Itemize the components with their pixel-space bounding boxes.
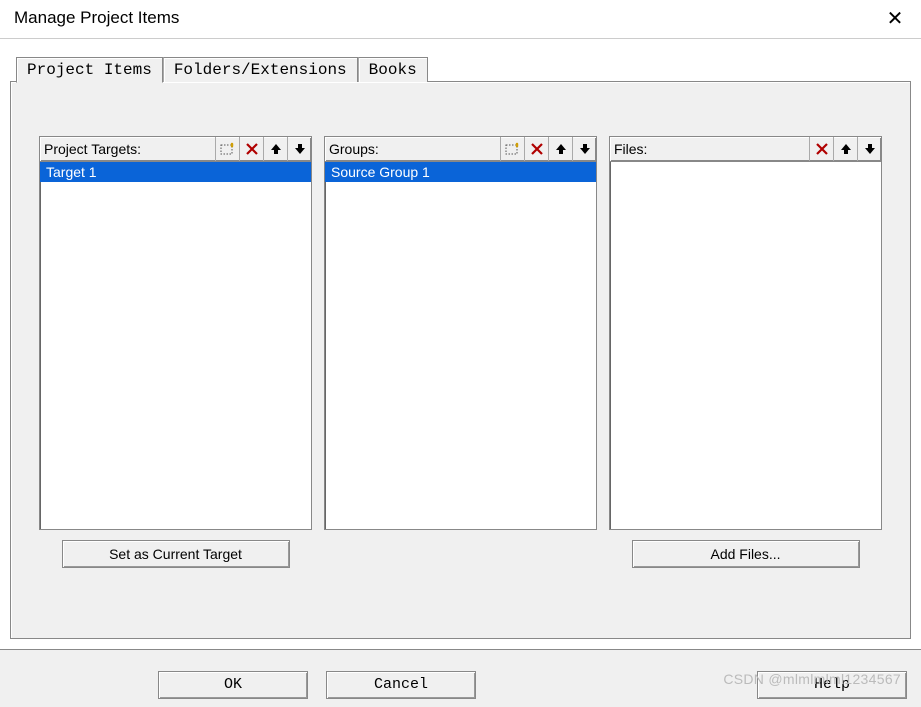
files-label: Files: [614, 141, 647, 157]
ok-button[interactable]: OK [158, 671, 308, 699]
bottom-button-bar: OK Cancel Help [0, 649, 921, 707]
groups-label: Groups: [329, 141, 379, 157]
targets-moveup-icon[interactable] [263, 137, 287, 161]
files-column: Files: Add Files.. [609, 136, 882, 568]
files-moveup-icon[interactable] [833, 137, 857, 161]
groups-new-icon[interactable] [500, 137, 524, 161]
list-item[interactable]: Source Group 1 [325, 162, 596, 182]
tab-folders-extensions[interactable]: Folders/Extensions [163, 57, 358, 82]
targets-listbox[interactable]: Target 1 [39, 162, 312, 530]
groups-moveup-icon[interactable] [548, 137, 572, 161]
close-icon[interactable]: ✕ [883, 6, 907, 31]
help-button[interactable]: Help [757, 671, 907, 699]
targets-label: Project Targets: [44, 141, 141, 157]
groups-movedown-icon[interactable] [572, 137, 596, 161]
titlebar: Manage Project Items ✕ [0, 0, 921, 38]
tab-project-items[interactable]: Project Items [16, 57, 163, 83]
list-item[interactable]: Target 1 [40, 162, 311, 182]
cancel-button[interactable]: Cancel [326, 671, 476, 699]
files-listbox[interactable] [609, 162, 882, 530]
dialog-body: Project Items Folders/Extensions Books P… [0, 38, 921, 707]
targets-delete-icon[interactable] [239, 137, 263, 161]
groups-header: Groups: [324, 136, 597, 162]
groups-listbox[interactable]: Source Group 1 [324, 162, 597, 530]
set-current-target-button[interactable]: Set as Current Target [62, 540, 290, 568]
groups-delete-icon[interactable] [524, 137, 548, 161]
targets-movedown-icon[interactable] [287, 137, 311, 161]
add-files-button[interactable]: Add Files... [632, 540, 860, 568]
files-header: Files: [609, 136, 882, 162]
window-title: Manage Project Items [14, 8, 179, 28]
targets-column: Project Targets: [39, 136, 312, 568]
targets-header: Project Targets: [39, 136, 312, 162]
files-movedown-icon[interactable] [857, 137, 881, 161]
tab-strip: Project Items Folders/Extensions Books [16, 57, 911, 82]
tab-books[interactable]: Books [358, 57, 428, 82]
targets-new-icon[interactable] [215, 137, 239, 161]
tab-panel: Project Targets: [10, 81, 911, 639]
files-delete-icon[interactable] [809, 137, 833, 161]
groups-column: Groups: [324, 136, 597, 568]
